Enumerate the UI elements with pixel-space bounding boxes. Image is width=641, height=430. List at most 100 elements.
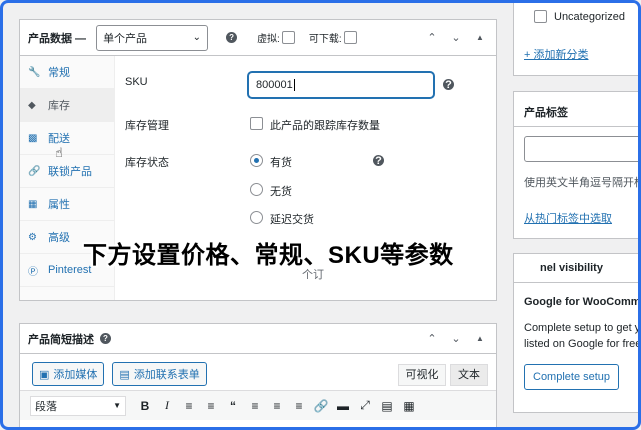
short-description-box: 产品简短描述 ? ⌃ ⌄ ▲ ▣ 添加媒体 ▤ 添加联系表单 可视化 文本 段落…: [19, 323, 497, 427]
tab-label: 常规: [48, 67, 70, 79]
channel-visibility-title: nel visibility: [540, 262, 603, 274]
pinterest-icon: Ⓟ: [28, 266, 38, 278]
italic-icon[interactable]: I: [158, 398, 176, 413]
tags-hint: 使用英文半角逗号隔开标: [524, 177, 641, 189]
link-icon[interactable]: 🔗: [312, 399, 330, 413]
tab-text[interactable]: 文本: [450, 364, 488, 386]
channel-desc-line2: listed on Google for free: [524, 338, 641, 350]
help-icon[interactable]: ?: [226, 32, 238, 43]
stock-option-instock-label: 有货: [270, 157, 292, 169]
product-data-title: 产品数据 —: [28, 32, 87, 45]
tab-visual[interactable]: 可视化: [398, 364, 446, 386]
tab-label: 高级: [48, 232, 70, 244]
stock-option-backorder-label: 延迟交货: [270, 214, 314, 226]
sku-label: SKU: [125, 76, 148, 88]
product-data-header: 产品数据 — 单个产品 ⌄ ? 虚拟: 可下载: ⌃ ⌄ ▲: [20, 20, 496, 56]
product-type-select[interactable]: 单个产品 ⌄: [96, 24, 209, 51]
tab-tag[interactable]: ◆ 库存: [20, 89, 114, 122]
video-caption: 下方设置价格、常规、SKU等参数: [83, 242, 454, 269]
media-buttons: ▣ 添加媒体 ▤ 添加联系表单: [32, 362, 207, 386]
form-icon: ▤: [119, 368, 130, 381]
short-description-header: 产品简短描述 ? ⌃ ⌄ ▲: [20, 324, 496, 354]
sku-help-icon[interactable]: ?: [443, 79, 454, 91]
popular-tags-link[interactable]: 从热门标签中选取: [524, 210, 612, 226]
uncategorized-label: Uncategorized: [554, 11, 625, 23]
add-media-label: 添加媒体: [53, 369, 98, 381]
tags-title: 产品标签: [524, 107, 568, 119]
chevron-down-icon: ⌄: [192, 32, 202, 43]
stock-option-outofstock-label: 无货: [270, 186, 292, 198]
tags-divider: [514, 126, 638, 127]
paragraph-select[interactable]: 段落 ▼: [30, 395, 126, 416]
media-icon: ▣: [39, 368, 50, 381]
move-down-icon[interactable]: ⌄: [448, 331, 464, 347]
uncategorized-checkbox[interactable]: [534, 10, 547, 23]
screen: 产品数据 — 单个产品 ⌄ ? 虚拟: 可下载: ⌃ ⌄ ▲ 🔧 常规 ◆ 库存 ▩ 配送…: [0, 0, 641, 430]
box-controls: ⌃ ⌄ ▲: [424, 30, 488, 46]
table-icon: ▦: [28, 198, 38, 210]
numbered-list-icon[interactable]: ≡: [202, 399, 220, 413]
move-down-icon[interactable]: ⌄: [448, 30, 464, 46]
tab-label: 联锁产品: [48, 166, 92, 178]
channel-visibility-box: nel visibility Google for WooComme Compl…: [513, 253, 641, 413]
stock-management-checkbox-label: 此产品的跟踪库存数量: [270, 120, 380, 132]
add-new-category-link[interactable]: + 添加新分类: [524, 46, 588, 62]
add-form-label: 添加联系表单: [133, 369, 200, 381]
move-up-icon[interactable]: ⌃: [424, 30, 440, 46]
tags-input[interactable]: [524, 136, 638, 162]
paragraph-select-value: 段落: [35, 400, 57, 413]
add-form-button[interactable]: ▤ 添加联系表单: [112, 362, 207, 386]
stock-option-instock-radio[interactable]: [250, 154, 263, 167]
downloadable-label: 可下载:: [308, 34, 342, 45]
blockquote-icon[interactable]: “: [224, 399, 242, 413]
stock-status-help-icon[interactable]: ?: [373, 155, 384, 167]
help-icon[interactable]: ?: [100, 333, 111, 344]
align-left-icon[interactable]: ≡: [246, 399, 264, 413]
tab-link[interactable]: 🔗 联锁产品: [20, 155, 114, 188]
product-type-value: 单个产品: [103, 32, 148, 45]
align-right-icon[interactable]: ≡: [290, 399, 308, 413]
tag-icon: ◆: [28, 99, 36, 111]
stock-option-outofstock-radio[interactable]: [250, 183, 263, 196]
link-icon: 🔗: [28, 165, 41, 177]
editor-toolbar: 段落 ▼ B I ≡ ≡ “ ≡ ≡ ≡ 🔗 ▬ ⤢ ▤ ▦: [20, 390, 496, 420]
virtual-checkbox[interactable]: [281, 31, 295, 44]
tab-truck[interactable]: ▩ 配送: [20, 122, 114, 155]
downloadable-checkbox[interactable]: [343, 31, 357, 44]
tab-table[interactable]: ▦ 属性: [20, 188, 114, 221]
chevron-down-icon: ▼: [113, 401, 121, 410]
fullscreen-icon[interactable]: ⤢: [356, 398, 374, 413]
virtual-label: 虚拟:: [257, 34, 280, 45]
short-description-title: 产品简短描述: [28, 333, 94, 346]
tab-label: 库存: [48, 100, 70, 112]
bold-icon[interactable]: B: [136, 399, 154, 413]
tab-wrench[interactable]: 🔧 常规: [20, 56, 114, 89]
collapse-toggle-icon[interactable]: ▲: [472, 331, 488, 347]
add-media-button[interactable]: ▣ 添加媒体: [32, 362, 105, 386]
truck-icon: ▩: [28, 132, 38, 144]
categories-box: Uncategorized + 添加新分类: [513, 3, 638, 76]
sku-input-value: 800001: [256, 79, 293, 91]
tab-label: 配送: [48, 133, 70, 145]
channel-divider: [514, 282, 638, 283]
move-up-icon[interactable]: ⌃: [424, 331, 440, 347]
tags-box: 产品标签 使用英文半角逗号隔开标 从热门标签中选取: [513, 91, 641, 239]
channel-desc-line1: Complete setup to get y: [524, 322, 641, 334]
toolbar-toggle-icon[interactable]: ▦: [400, 399, 418, 413]
stock-management-label: 库存管理: [125, 120, 169, 132]
hand-cursor-icon: ☝: [55, 145, 63, 160]
read-more-icon[interactable]: ▬: [334, 399, 352, 413]
bullet-list-icon[interactable]: ≡: [180, 399, 198, 413]
stock-management-checkbox[interactable]: [250, 117, 263, 130]
google-title: Google for WooComme: [524, 296, 641, 308]
wrench-icon: 🔧: [28, 66, 41, 78]
align-center-icon[interactable]: ≡: [268, 399, 286, 413]
tab-label: 属性: [48, 199, 70, 211]
form-insert-icon[interactable]: ▤: [378, 399, 396, 413]
stock-status-label: 库存状态: [125, 157, 169, 169]
box-controls: ⌃ ⌄ ▲: [424, 331, 488, 347]
sku-input[interactable]: 800001: [248, 72, 434, 98]
complete-setup-button[interactable]: Complete setup: [524, 364, 620, 390]
collapse-toggle-icon[interactable]: ▲: [472, 30, 488, 46]
stock-option-backorder-radio[interactable]: [250, 211, 263, 224]
